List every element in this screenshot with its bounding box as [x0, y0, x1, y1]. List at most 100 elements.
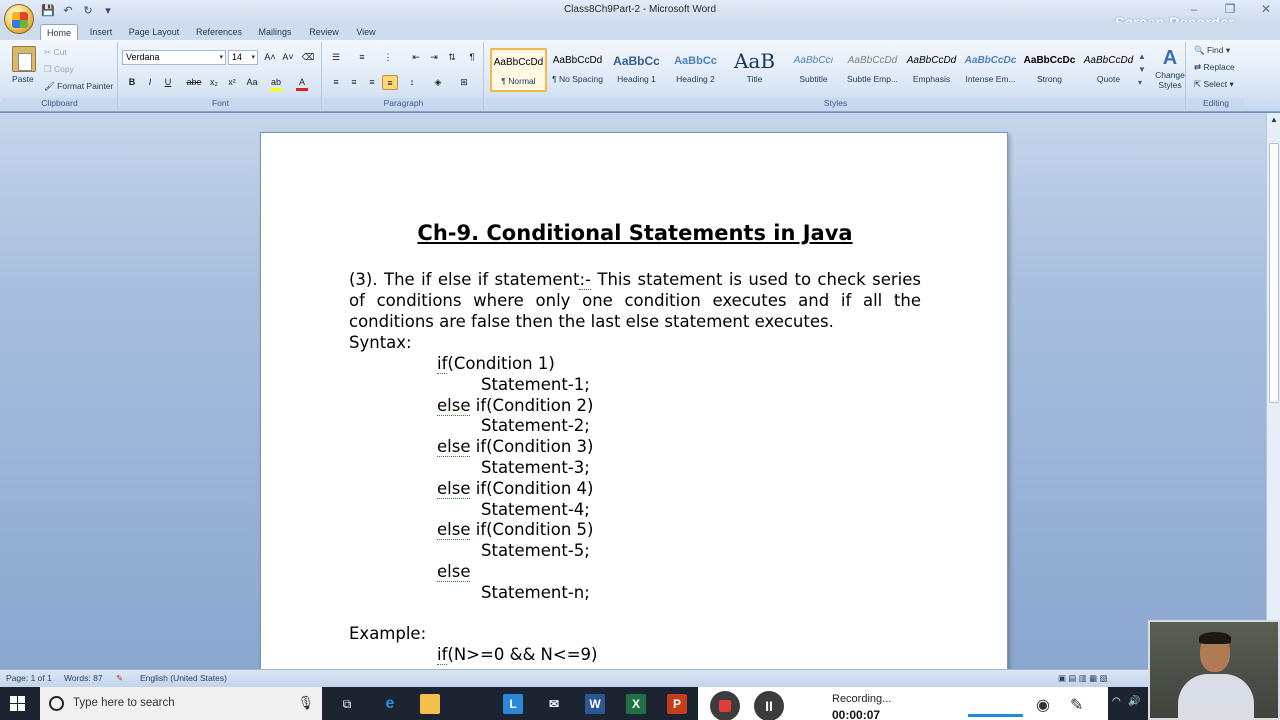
code-text: Statement-n; — [481, 582, 590, 602]
change-case-button[interactable]: Aa — [242, 75, 262, 90]
cut-button[interactable]: ✂ Cut — [44, 47, 67, 58]
shrink-font-icon[interactable]: A˅ — [280, 50, 296, 65]
view-buttons[interactable]: ▣ ▤ ▥ ▦ ▧ — [1058, 673, 1108, 684]
change-styles-icon: A — [1162, 47, 1178, 69]
webcam-icon[interactable]: ◉ — [1036, 695, 1050, 715]
tab-view[interactable]: View — [350, 24, 382, 40]
style-sample: AaBbCcDd — [493, 57, 544, 68]
borders-icon[interactable]: ⊞ — [456, 75, 472, 90]
line-spacing-icon[interactable]: ↕ — [404, 75, 420, 90]
copy-button[interactable]: ❐ Copy — [44, 64, 74, 75]
network-icon[interactable]: ◠ — [1112, 696, 1121, 707]
clear-formatting-icon[interactable]: ⌫ — [300, 50, 316, 65]
taskbar-search[interactable]: Type here to search 🎙 — [40, 687, 322, 720]
select-button[interactable]: ⇱ Select ▾ — [1194, 79, 1234, 90]
language-indicator[interactable]: English (United States) — [140, 673, 227, 683]
example-label: Example: — [349, 624, 427, 643]
powerpoint-icon[interactable]: P — [667, 694, 687, 714]
launcher-icon[interactable]: L — [503, 694, 523, 714]
vertical-scrollbar[interactable]: ▲ — [1266, 113, 1280, 669]
strikethrough-button[interactable]: abe — [184, 75, 204, 90]
tab-insert[interactable]: Insert — [82, 24, 120, 40]
mail-icon[interactable]: ✉ — [544, 694, 564, 714]
style-strong[interactable]: AaBbCcDc Strong — [1021, 48, 1078, 92]
decrease-indent-icon[interactable]: ⇤ — [408, 50, 424, 65]
editing-group-label: Editing — [1188, 98, 1244, 110]
multilevel-list-icon[interactable]: ⋮ — [380, 50, 396, 65]
style-heading-2[interactable]: AaBbCc Heading 2 — [667, 48, 724, 92]
style-subtitle[interactable]: AaBbCcı Subtitle — [785, 48, 842, 92]
paste-button[interactable]: Paste — [12, 74, 34, 84]
pause-recording-icon[interactable]: II — [754, 691, 784, 720]
superscript-button[interactable]: x² — [224, 75, 240, 90]
font-name-combo[interactable]: Verdana ▾ — [122, 50, 226, 65]
code-keyword: if — [437, 354, 448, 374]
bold-button[interactable]: B — [124, 75, 140, 90]
recorder-panel: II Recording... 00:00:07 ◉ ✎ — [698, 687, 1108, 720]
tab-mailings[interactable]: Mailings — [252, 24, 298, 40]
file-explorer-icon[interactable] — [420, 694, 440, 714]
windows-start-icon[interactable] — [10, 696, 26, 712]
scroll-up-icon[interactable]: ▲ — [1270, 115, 1278, 124]
presenter-hair — [1199, 632, 1231, 644]
align-left-icon[interactable]: ≡ — [328, 75, 344, 90]
style-quote[interactable]: AaBbCcDd Quote — [1080, 48, 1137, 92]
style-intense-emphasis[interactable]: AaBbCcDc Intense Em... — [962, 48, 1019, 92]
task-view-icon[interactable]: ⧉ — [337, 694, 357, 714]
ribbon: Paste ✂ Cut ❐ Copy 🖌 Format Painter Clip… — [0, 40, 1280, 112]
font-size-combo[interactable]: 14 ▾ — [228, 50, 258, 65]
style-title[interactable]: AaB Title — [726, 48, 783, 92]
underline-button[interactable]: U — [160, 75, 176, 90]
word-icon[interactable]: W — [585, 694, 605, 714]
justify-icon[interactable]: ≡ — [382, 75, 398, 90]
page-count[interactable]: Page: 1 of 1 — [6, 673, 52, 683]
grow-font-icon[interactable]: A˄ — [262, 50, 278, 65]
replace-label: Replace — [1203, 62, 1235, 72]
subscript-button[interactable]: x₂ — [206, 75, 222, 90]
align-center-icon[interactable]: ≡ — [346, 75, 362, 90]
document-page[interactable]: Ch-9. Conditional Statements in Java (3)… — [260, 132, 1008, 672]
format-painter-button[interactable]: 🖌 Format Painter — [44, 81, 113, 92]
numbering-icon[interactable]: ≡ — [354, 50, 370, 65]
style-name: Heading 2 — [676, 74, 715, 84]
code-text: if(Condition 3) — [470, 437, 594, 457]
style-name: Strong — [1036, 74, 1063, 84]
tab-page-layout[interactable]: Page Layout — [124, 24, 184, 40]
sort-icon[interactable]: ⇅ — [444, 50, 460, 65]
show-formatting-marks-icon[interactable]: ¶ — [464, 50, 480, 65]
replace-button[interactable]: ⇄ Replace — [1194, 62, 1235, 73]
close-icon[interactable]: ✕ — [1258, 2, 1274, 16]
code-text: Statement-1; — [481, 374, 590, 394]
proofing-icon[interactable]: ✎ — [116, 673, 123, 684]
style-no-spacing[interactable]: AaBbCcDd ¶ No Spacing — [549, 48, 606, 92]
change-styles-button[interactable]: A Change Styles — [1154, 46, 1186, 90]
stop-recording-icon[interactable] — [710, 691, 740, 720]
styles-scroll-icon[interactable]: ▲ ▼ ▾ — [1138, 50, 1146, 89]
volume-icon[interactable]: 🔊 — [1128, 696, 1140, 707]
style-heading-1[interactable]: AaBbCc Heading 1 — [608, 48, 665, 92]
tab-review[interactable]: Review — [304, 24, 344, 40]
shading-icon[interactable]: ◈ — [430, 75, 446, 90]
increase-indent-icon[interactable]: ⇥ — [426, 50, 442, 65]
paste-icon[interactable] — [12, 46, 36, 72]
pen-icon[interactable]: ✎ — [1070, 695, 1083, 715]
tab-references[interactable]: References — [190, 24, 248, 40]
style-subtle-emphasis[interactable]: AaBbCcDd Subtle Emp... — [844, 48, 901, 92]
style-sample: AaBbCcDd — [1083, 55, 1134, 66]
restore-icon[interactable]: ❐ — [1222, 2, 1238, 16]
office-button[interactable] — [4, 4, 34, 34]
style-sample: AaBbCcDc — [964, 55, 1017, 66]
tab-home[interactable]: Home — [40, 24, 78, 40]
bullets-icon[interactable]: ☰ — [328, 50, 344, 65]
italic-button[interactable]: I — [142, 75, 158, 90]
align-right-icon[interactable]: ≡ — [364, 75, 380, 90]
style-emphasis[interactable]: AaBbCcDd Emphasis — [903, 48, 960, 92]
minimize-icon[interactable]: – — [1186, 2, 1202, 16]
excel-icon[interactable]: X — [626, 694, 646, 714]
edge-icon[interactable]: e — [380, 694, 400, 714]
style-normal[interactable]: AaBbCcDd ¶ Normal — [490, 48, 547, 92]
microphone-icon[interactable]: 🎙 — [297, 695, 314, 711]
find-button[interactable]: 🔍 Find ▾ — [1194, 45, 1230, 56]
word-count[interactable]: Words: 87 — [64, 673, 103, 683]
scrollbar-thumb[interactable] — [1269, 143, 1279, 403]
